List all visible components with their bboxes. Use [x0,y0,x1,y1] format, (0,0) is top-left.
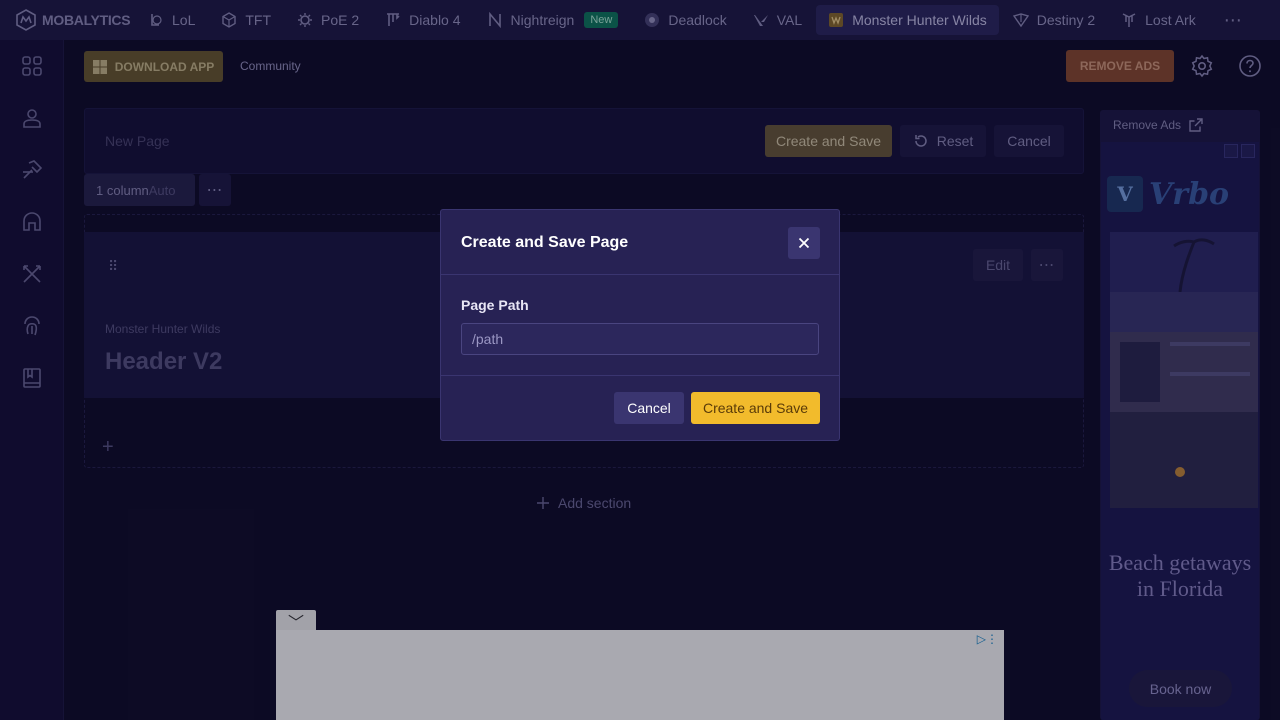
divider [441,274,839,275]
create-save-page-dialog: Create and Save Page Page Path Cancel Cr… [440,209,840,441]
divider [441,375,839,376]
dialog-create-and-save-button[interactable]: Create and Save [691,392,820,424]
close-icon [798,237,810,249]
page-path-input[interactable] [461,323,819,355]
page-path-label: Page Path [461,297,529,313]
dialog-cancel-button[interactable]: Cancel [614,392,684,424]
close-button[interactable] [788,227,820,259]
dialog-title: Create and Save Page [461,234,629,251]
